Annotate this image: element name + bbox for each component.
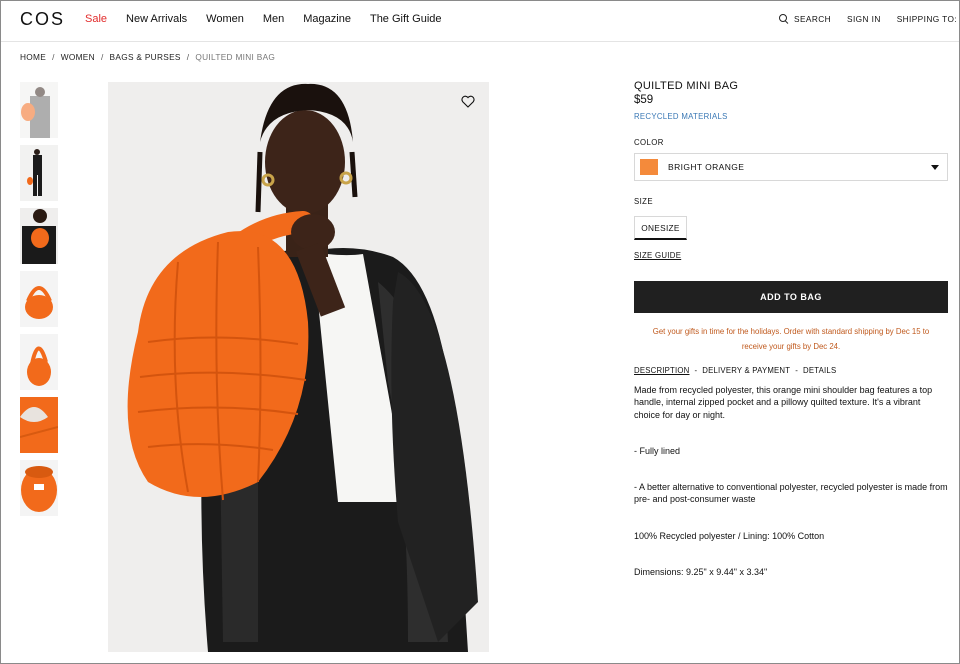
thumbnail-5[interactable] [20,334,58,390]
breadcrumb-separator: / [186,52,190,62]
tab-separator: - [694,366,698,375]
size-option-onesize[interactable]: ONESIZE [634,216,687,240]
model-photo [108,82,489,652]
thumbnail-image [20,145,58,201]
header-utilities: SEARCH SIGN IN SHIPPING TO: [763,14,957,24]
nav-women[interactable]: Women [206,13,244,25]
breadcrumb-separator: / [52,52,55,62]
thumbnail-4[interactable] [20,271,58,327]
search-label: SEARCH [794,14,832,24]
thumbnail-image [20,271,58,327]
tab-separator: - [795,366,799,375]
site-header: COS Sale New Arrivals Women Men Magazine… [1,1,959,42]
description-paragraph: Made from recycled polyester, this orang… [634,385,933,420]
thumbnail-7[interactable] [20,460,58,516]
chevron-down-icon [931,165,939,170]
logo[interactable]: COS [20,9,65,30]
tab-delivery-payment[interactable]: DELIVERY & PAYMENT [702,366,790,375]
product-title: QUILTED MINI BAG [634,80,739,92]
thumbnail-3[interactable] [20,208,58,264]
nav-sale[interactable]: Sale [85,13,107,25]
thumbnail-image [20,397,58,453]
thumbnail-2[interactable] [20,145,58,201]
product-details-panel: QUILTED MINI BAG $59 RECYCLED MATERIALS … [634,80,948,577]
description-recycled: - A better alternative to conventional p… [634,482,948,505]
add-to-bag-button[interactable]: ADD TO BAG [634,281,948,313]
search-button[interactable]: SEARCH [779,14,831,24]
thumbnail-image [20,334,58,390]
breadcrumb-separator: / [100,52,104,62]
tab-description[interactable]: DESCRIPTION [634,366,689,375]
color-value: BRIGHT ORANGE [668,162,745,172]
recycled-materials-tag[interactable]: RECYCLED MATERIALS [634,112,948,121]
breadcrumb-current: QUILTED MINI BAG [195,52,276,62]
heart-icon[interactable] [461,95,475,108]
holiday-notice-line-2: receive your gifts by Dec 24. [741,341,841,351]
product-price: $59 [634,94,654,106]
color-dropdown[interactable]: BRIGHT ORANGE [634,153,948,181]
breadcrumb: HOME / WOMEN / BAGS & PURSES / QUILTED M… [20,52,275,62]
description-dimensions: Dimensions: 9.25" x 9.44" x 3.34" [634,567,768,578]
description-lining: - Fully lined [634,445,681,456]
thumbnail-gallery [20,82,58,523]
nav-new-arrivals[interactable]: New Arrivals [126,13,187,25]
holiday-shipping-notice: Get your gifts in time for the holidays.… [634,325,948,354]
thumbnail-image [20,208,58,264]
thumbnail-image [20,82,58,138]
breadcrumb-women[interactable]: WOMEN [61,52,95,62]
page-frame: COS Sale New Arrivals Women Men Magazine… [0,0,960,664]
description-materials: 100% Recycled polyester / Lining: 100% C… [634,530,825,541]
sign-in-link[interactable]: SIGN IN [847,14,881,24]
thumbnail-1[interactable] [20,82,58,138]
main-product-image[interactable] [108,82,489,652]
holiday-notice-line-1: Get your gifts in time for the holidays.… [652,327,930,336]
thumbnail-6[interactable] [20,397,58,453]
info-tabs: DESCRIPTION - DELIVERY & PAYMENT - DETAI… [634,366,836,375]
product-description: Made from recycled polyester, this orang… [634,384,948,602]
shipping-to-link[interactable]: SHIPPING TO: [897,14,957,24]
main-nav: Sale New Arrivals Women Men Magazine The… [85,13,461,25]
tab-details[interactable]: DETAILS [803,366,836,375]
size-label: SIZE [634,197,653,206]
thumbnail-image [20,460,58,516]
nav-magazine[interactable]: Magazine [303,13,351,25]
color-swatch [640,159,658,175]
size-guide-link[interactable]: SIZE GUIDE [634,251,681,260]
color-label: COLOR [634,138,664,147]
nav-men[interactable]: Men [263,13,284,25]
breadcrumb-bags[interactable]: BAGS & PURSES [110,52,181,62]
breadcrumb-home[interactable]: HOME [20,52,46,62]
search-icon [779,14,789,24]
nav-gift-guide[interactable]: The Gift Guide [370,13,442,25]
